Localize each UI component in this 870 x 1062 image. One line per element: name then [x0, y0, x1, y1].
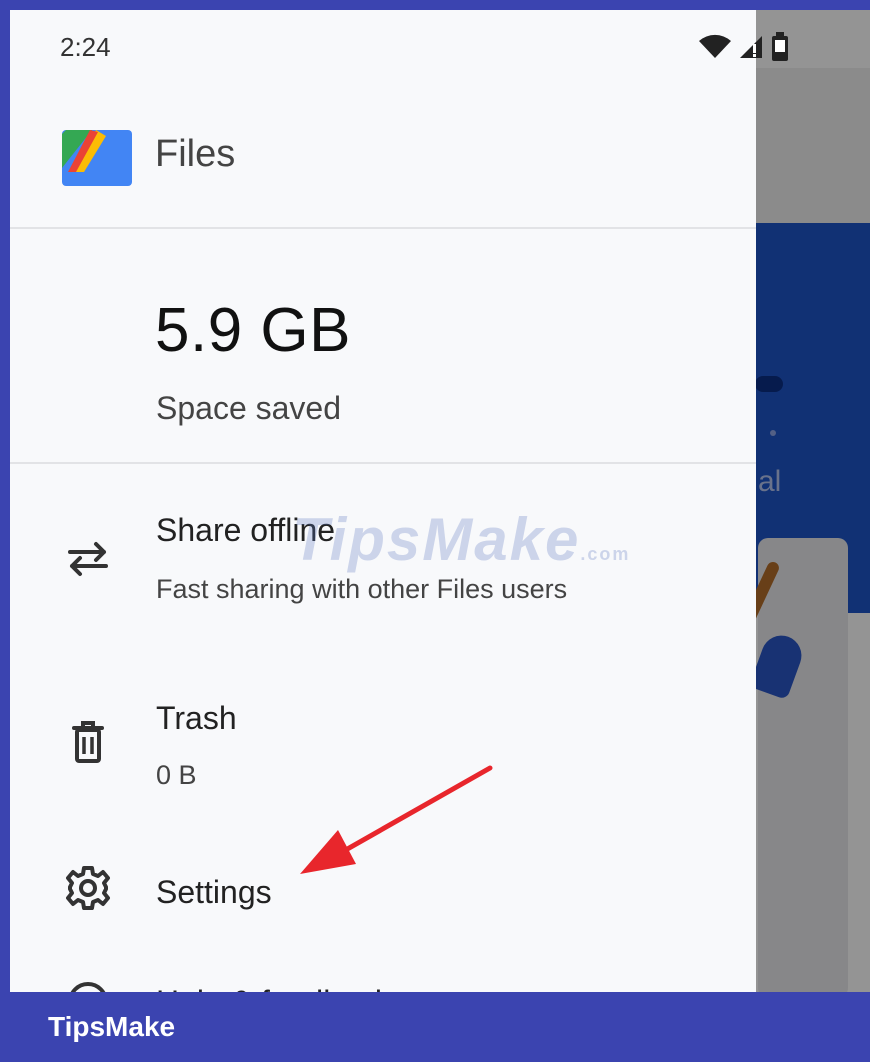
- trash-icon: [60, 714, 116, 770]
- footer-brand: TipsMake: [48, 1011, 176, 1042]
- status-time: 2:24: [60, 32, 111, 62]
- menu-item-title: Share offline: [156, 512, 336, 548]
- battery-icon: [770, 32, 790, 62]
- annotation-arrow-icon: [300, 765, 493, 874]
- help-icon: [60, 970, 116, 992]
- wifi-icon: [698, 34, 732, 60]
- screenshot-frame: al 2:24 Files 5.9 GB Space saved Share o…: [0, 0, 870, 1062]
- phone-screen: al 2:24 Files 5.9 GB Space saved Share o…: [10, 10, 870, 992]
- signal-icon: [738, 34, 764, 60]
- space-saved-stats: 5.9 GB Space saved: [10, 240, 756, 470]
- status-bar: 2:24: [10, 10, 870, 68]
- menu-item-help-feedback[interactable]: Help & feedback: [10, 970, 756, 992]
- app-title: Files: [155, 133, 236, 175]
- header-divider: [10, 227, 756, 229]
- gear-icon: [60, 860, 116, 916]
- stats-divider: [10, 462, 756, 464]
- menu-item-title: Settings: [156, 874, 272, 910]
- space-saved-label: Space saved: [156, 390, 342, 426]
- menu-item-subtitle: 0 B: [156, 760, 197, 790]
- menu-item-title: Help & feedback: [156, 984, 391, 992]
- menu-item-share-offline[interactable]: Share offline Fast sharing with other Fi…: [10, 490, 756, 630]
- footer-bar: TipsMake: [0, 992, 870, 1062]
- navigation-drawer: 2:24 Files 5.9 GB Space saved Share offl…: [10, 10, 788, 992]
- files-logo-icon: [62, 128, 132, 186]
- swap-arrows-icon: [60, 530, 116, 586]
- status-icons: [698, 32, 790, 62]
- menu-item-title: Trash: [156, 700, 237, 736]
- menu-item-subtitle: Fast sharing with other Files users: [156, 574, 568, 604]
- app-header: Files: [10, 105, 756, 215]
- space-saved-value: 5.9 GB: [155, 296, 351, 365]
